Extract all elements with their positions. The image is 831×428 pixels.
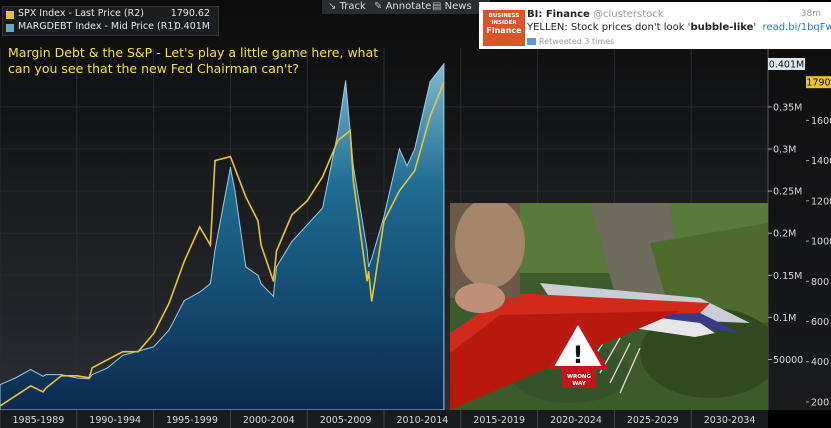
x-tick-label: 1990-1994 bbox=[89, 415, 141, 426]
legend-swatch-spx bbox=[6, 11, 14, 19]
x-tick-label: 2025-2029 bbox=[627, 415, 679, 426]
retweet-icon bbox=[527, 38, 536, 45]
x-tick-label: 2030-2034 bbox=[704, 415, 756, 426]
legend-label: MARGDEBT Index - Mid Price (R1) bbox=[18, 21, 178, 32]
y2-tick-label: 1200 bbox=[811, 196, 831, 207]
y2-tick-label: 200 bbox=[811, 397, 829, 408]
track-icon: ↘ bbox=[328, 1, 337, 12]
legend-label: SPX Index - Last Price (R2) bbox=[18, 8, 144, 19]
sign-text-line-2: WAY bbox=[572, 381, 587, 387]
retweet-info: Retweeted 3 times bbox=[527, 37, 614, 46]
tweet-card[interactable]: BUSINESS INSIDER Finance BI: Finance @cl… bbox=[479, 2, 831, 49]
y1-tick-label: 50000 bbox=[773, 355, 803, 366]
last-value-r1: 0.401M bbox=[769, 59, 804, 70]
pencil-icon: ✎ bbox=[374, 1, 383, 12]
y1-tick-label: 0.35M bbox=[773, 102, 802, 113]
y2-tick-label: 1000 bbox=[811, 237, 831, 248]
y1-tick-label: 0.2M bbox=[773, 229, 796, 240]
tweet-link[interactable]: read.bi/1bqFwmK bbox=[763, 22, 831, 33]
tweet-handle: @clusterstock bbox=[592, 9, 664, 20]
rollercoaster-image: ! WRONG WAY bbox=[450, 203, 768, 410]
chart-annotation: Margin Debt & the S&P - Let's play a lit… bbox=[8, 45, 408, 77]
x-tick-label: 2000-2004 bbox=[243, 415, 295, 426]
x-tick-label: 2020-2024 bbox=[550, 415, 602, 426]
x-tick-label: 1995-1999 bbox=[166, 415, 218, 426]
news-icon: ▤ bbox=[432, 1, 442, 12]
tweet-time: 38m bbox=[800, 9, 821, 19]
chart-toolbar: ↘ Track ✎ Annotate ▤ News bbox=[322, 0, 490, 14]
annotate-button[interactable]: ✎ Annotate bbox=[374, 1, 431, 12]
y2-tick-label: 400 bbox=[811, 357, 829, 368]
y1-tick-label: 0.3M bbox=[773, 145, 796, 156]
y1-tick-label: 0.15M bbox=[773, 271, 802, 282]
rollercoaster-photo: ! WRONG WAY bbox=[450, 203, 768, 410]
x-tick-label: 2005-2009 bbox=[320, 415, 372, 426]
svg-text:!: ! bbox=[573, 341, 584, 369]
y2-tick-label: 1600 bbox=[811, 116, 831, 127]
tweet-author[interactable]: BI: Finance @clusterstock bbox=[527, 9, 664, 20]
annotation-line-2: can you see that the new Fed Chairman ca… bbox=[8, 61, 299, 76]
y2-tick-label: 800 bbox=[811, 277, 829, 288]
legend: SPX Index - Last Price (R2) 1790.62 MARG… bbox=[2, 6, 219, 36]
legend-value: 0.401M bbox=[174, 21, 210, 32]
y1-tick-label: 0.25M bbox=[773, 187, 802, 198]
business-insider-logo: BUSINESS INSIDER Finance bbox=[483, 10, 525, 46]
bloomberg-chart: 1985-1989 1990-1994 1995-1999 2000-2004 2005… bbox=[0, 0, 831, 428]
annotation-line-1: Margin Debt & the S&P - Let's play a lit… bbox=[8, 45, 379, 60]
track-button[interactable]: ↘ Track bbox=[328, 1, 366, 12]
news-button[interactable]: ▤ News bbox=[432, 1, 472, 12]
tweet-text: YELLEN: Stock prices don't look 'bubble-… bbox=[527, 22, 831, 33]
y1-tick-label: 0.1M bbox=[773, 313, 796, 324]
legend-entry-margdebt: MARGDEBT Index - Mid Price (R1) 0.401M bbox=[3, 21, 218, 34]
y2-tick-label: 600 bbox=[811, 317, 829, 328]
y2-tick-label: 1400 bbox=[811, 156, 831, 167]
x-tick-label: 2010-2014 bbox=[397, 415, 449, 426]
legend-swatch-margdebt bbox=[6, 24, 14, 32]
legend-value: 1790.62 bbox=[170, 8, 210, 19]
sign-text-line-1: WRONG bbox=[567, 374, 592, 380]
last-value-r2: 1790 bbox=[806, 78, 830, 89]
x-tick-label: 1985-1989 bbox=[13, 415, 65, 426]
x-tick-label: 2015-2019 bbox=[473, 415, 525, 426]
legend-entry-spx: SPX Index - Last Price (R2) 1790.62 bbox=[3, 8, 218, 21]
